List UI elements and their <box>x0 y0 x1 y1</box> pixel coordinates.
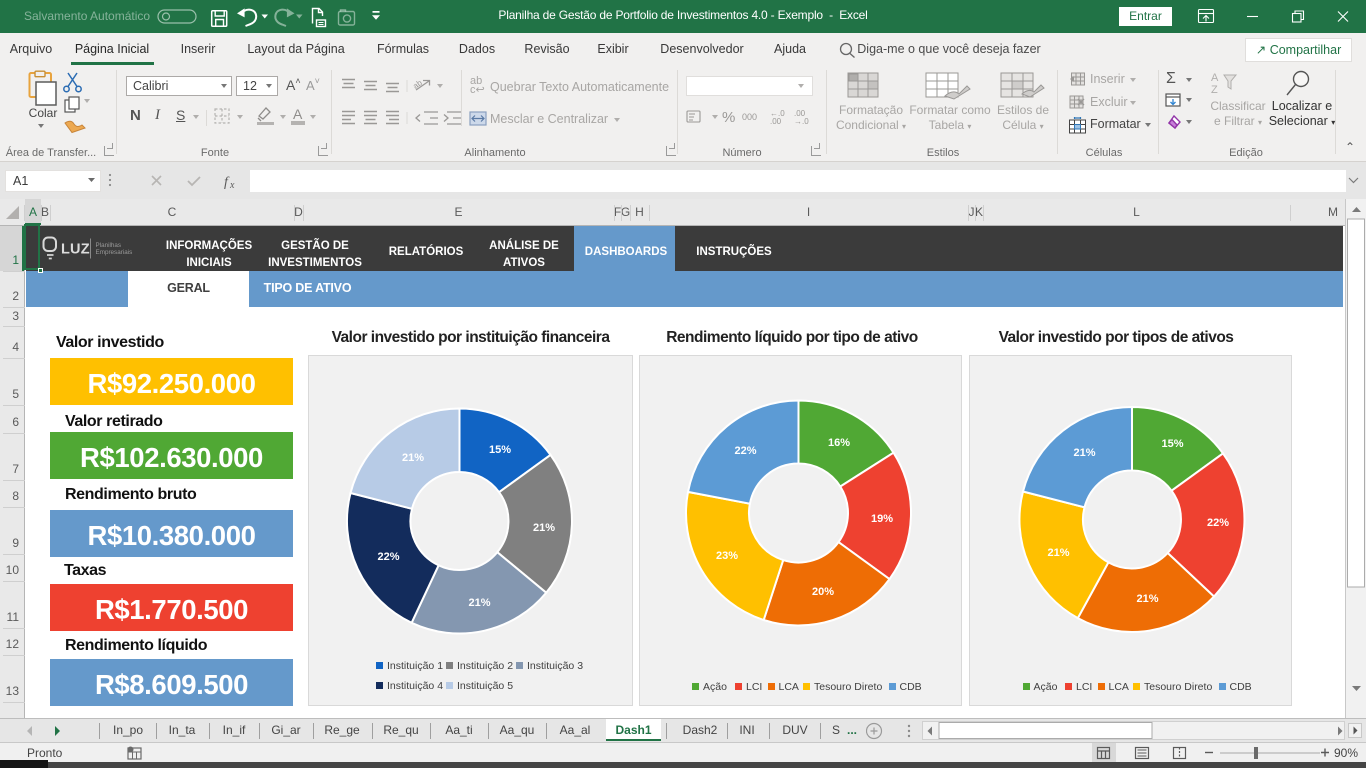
svg-text:Z: Z <box>1211 84 1218 96</box>
svg-text:ab: ab <box>411 78 424 91</box>
svg-text:%: % <box>722 109 735 126</box>
svg-text:→.0: →.0 <box>794 117 809 126</box>
svg-text:000: 000 <box>742 112 757 122</box>
svg-text:A: A <box>1211 72 1219 84</box>
svg-text:.00: .00 <box>770 117 782 126</box>
svg-text:x: x <box>229 180 235 191</box>
